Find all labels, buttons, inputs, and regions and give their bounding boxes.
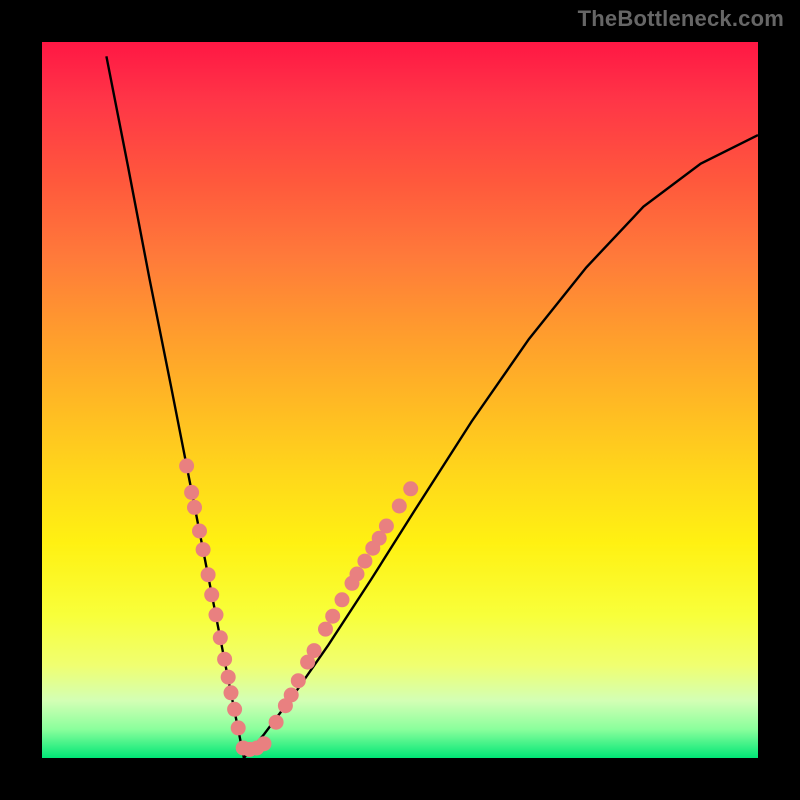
data-point <box>318 622 333 637</box>
data-point <box>284 688 299 703</box>
data-point <box>217 652 232 667</box>
data-point <box>403 481 418 496</box>
data-point <box>307 643 322 658</box>
data-point <box>392 499 407 514</box>
bottleneck-curve <box>106 56 758 758</box>
data-point <box>192 524 207 539</box>
data-point <box>269 715 284 730</box>
data-point <box>379 519 394 534</box>
data-points-group <box>179 458 418 757</box>
data-point <box>350 567 365 582</box>
data-point <box>224 685 239 700</box>
chart-svg <box>42 42 758 758</box>
data-point <box>179 458 194 473</box>
watermark-text: TheBottleneck.com <box>578 6 784 32</box>
data-point <box>335 592 350 607</box>
data-point <box>184 485 199 500</box>
data-point <box>221 670 236 685</box>
data-point <box>257 736 272 751</box>
data-point <box>204 587 219 602</box>
data-point <box>291 673 306 688</box>
data-point <box>231 720 246 735</box>
data-point <box>201 567 216 582</box>
data-point <box>357 554 372 569</box>
data-point <box>325 609 340 624</box>
chart-plot-area <box>42 42 758 758</box>
data-point <box>209 607 224 622</box>
data-point <box>196 542 211 557</box>
data-point <box>213 630 228 645</box>
data-point <box>187 500 202 515</box>
data-point <box>227 702 242 717</box>
